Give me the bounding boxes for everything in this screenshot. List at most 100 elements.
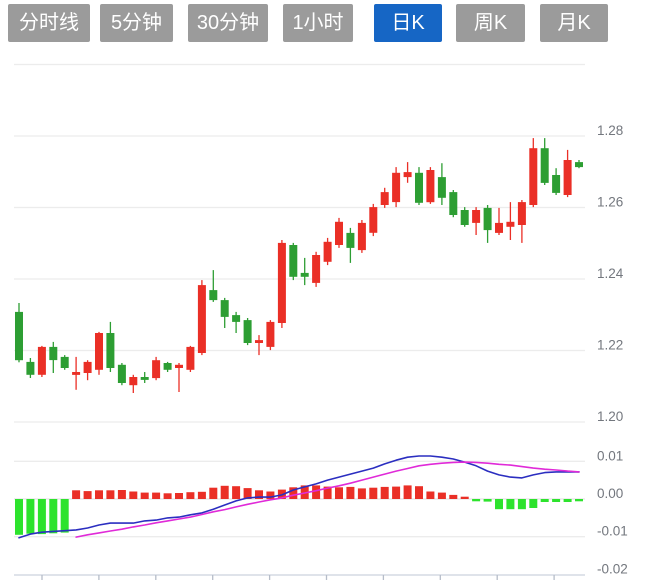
svg-text:1.20: 1.20 <box>597 409 623 424</box>
candle-body <box>357 222 366 251</box>
svg-text:0.01: 0.01 <box>597 448 623 463</box>
candle-body <box>380 192 389 205</box>
macd-bar <box>186 492 195 499</box>
candle-body <box>220 300 229 317</box>
svg-text:-0.01: -0.01 <box>597 524 628 539</box>
macd-bar <box>95 490 103 499</box>
macd-bar <box>392 486 401 499</box>
macd-bar <box>335 487 343 499</box>
macd-bar <box>426 491 435 499</box>
tab-1hour[interactable]: 1小时 <box>283 4 353 42</box>
macd-bar <box>209 487 218 499</box>
macd-bar <box>346 486 355 499</box>
candle-body <box>495 222 503 233</box>
candle-body <box>163 363 172 370</box>
macd-bar <box>312 485 321 499</box>
candle-body <box>335 221 343 245</box>
macd-axis-labels: 0.01 0.00 -0.01 -0.02 <box>597 448 628 576</box>
macd-bar <box>369 487 378 499</box>
candle-body <box>403 172 412 178</box>
macd-bar <box>552 499 561 502</box>
svg-text:1.24: 1.24 <box>597 266 624 281</box>
candle-body <box>300 272 309 277</box>
candle-body <box>152 360 161 379</box>
macd-bar <box>197 491 206 499</box>
candle-body <box>95 333 103 370</box>
macd-bar <box>163 493 172 499</box>
kline-chart-window: 1.28 1.26 1.24 1.22 1.20 0.01 0.00 -0.01 -0.02 分… <box>0 0 645 580</box>
tab-weekly[interactable]: 周K <box>456 4 525 42</box>
svg-text:1.22: 1.22 <box>597 338 623 353</box>
chart-svg[interactable]: 1.28 1.26 1.24 1.22 1.20 0.01 0.00 -0.01 -0.02 <box>0 0 645 580</box>
macd-bar <box>357 488 366 499</box>
macd-bar <box>72 490 81 499</box>
macd-bar <box>175 493 183 499</box>
candle-body <box>60 356 69 368</box>
candle-body <box>197 285 206 353</box>
candle-body <box>426 170 435 203</box>
candle-body <box>243 320 252 343</box>
price-axis-labels: 1.28 1.26 1.24 1.22 1.20 <box>597 123 624 424</box>
candle-body <box>449 192 458 215</box>
macd-bar <box>60 499 69 533</box>
candle-body <box>49 346 58 361</box>
macd-bar <box>117 490 126 499</box>
tab-5min[interactable]: 5分钟 <box>100 4 173 42</box>
svg-text:-0.02: -0.02 <box>597 561 628 576</box>
tab-monthly[interactable]: 月K <box>540 4 608 42</box>
macd-bar <box>380 486 389 499</box>
macd-bar <box>529 499 538 508</box>
candle-body <box>369 207 378 233</box>
candle-body <box>37 346 46 375</box>
tab-30min[interactable]: 30分钟 <box>188 4 268 42</box>
candle-body <box>209 290 218 301</box>
candle-body <box>552 175 561 193</box>
candle-body <box>83 361 92 373</box>
candle-body <box>140 377 149 380</box>
macd-bar <box>437 492 446 499</box>
svg-text:1.28: 1.28 <box>597 123 623 138</box>
macd-bar <box>495 499 503 510</box>
macd-bar <box>83 491 92 499</box>
candle-body <box>472 210 481 223</box>
candle-body <box>117 364 126 383</box>
macd-bar <box>517 499 526 510</box>
candle-body <box>289 245 298 277</box>
interval-tabbar: 分时线 5分钟 30分钟 1小时 日K 周K 月K <box>0 0 645 46</box>
candle-body <box>540 148 549 183</box>
macd-bar <box>506 499 515 510</box>
candle-body <box>72 372 81 375</box>
macd-bar <box>415 486 423 499</box>
macd-bar <box>140 492 149 499</box>
macd-bar <box>472 499 481 502</box>
macd-bar <box>449 494 458 499</box>
macd-bar <box>575 499 583 502</box>
candle-body <box>460 210 469 225</box>
x-axis <box>14 574 585 580</box>
candle-body <box>175 364 183 368</box>
macd-bar <box>483 499 492 502</box>
candles-group[interactable] <box>15 138 583 393</box>
candle-body <box>563 160 572 195</box>
candle-body <box>15 311 23 361</box>
macd-bar <box>460 496 469 499</box>
candle-body <box>529 148 538 205</box>
candle-body <box>575 162 583 168</box>
candle-body <box>106 333 115 368</box>
macd-bar <box>15 499 23 535</box>
candle-body <box>392 172 401 203</box>
candle-body <box>517 202 526 225</box>
candle-body <box>483 207 492 231</box>
candle-body <box>255 340 263 343</box>
macd-histogram <box>15 485 583 535</box>
candle-body <box>506 221 515 227</box>
macd-bar <box>232 486 241 499</box>
candle-body <box>266 321 275 347</box>
tab-timeline[interactable]: 分时线 <box>8 4 90 42</box>
macd-bar <box>106 490 115 499</box>
candle-body <box>346 232 355 248</box>
tab-daily[interactable]: 日K <box>374 4 442 42</box>
candle-body <box>323 241 332 262</box>
candle-body <box>277 242 286 323</box>
svg-text:0.00: 0.00 <box>597 486 623 501</box>
